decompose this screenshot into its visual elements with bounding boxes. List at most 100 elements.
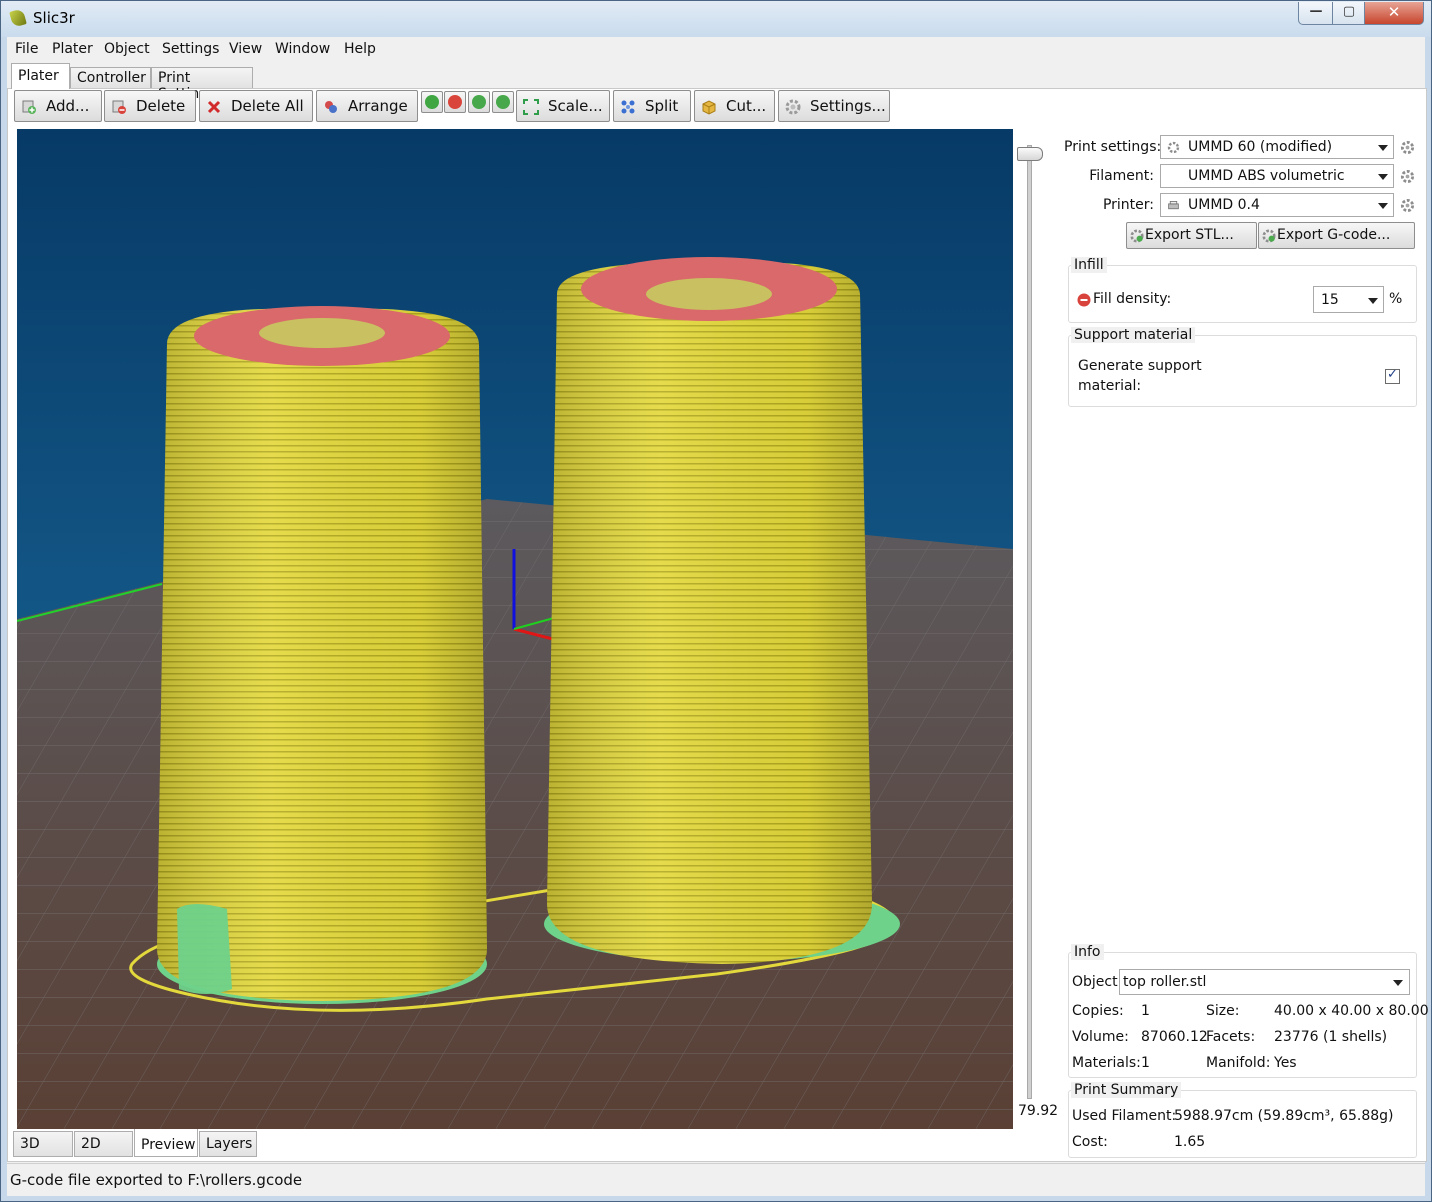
chevron-down-icon	[1393, 980, 1403, 986]
split-icon	[621, 100, 635, 114]
object-label: Object:	[1072, 974, 1123, 990]
print-settings-label: Print settings:	[1064, 139, 1162, 155]
tab-controller[interactable]: Controller	[70, 67, 151, 88]
layer-height-readout: 79.92	[1018, 1103, 1059, 1119]
increase-copies-button[interactable]	[421, 91, 443, 113]
menu-object[interactable]: Object	[104, 41, 150, 57]
print-settings-value: UMMD 60 (modified)	[1188, 139, 1333, 155]
menu-settings[interactable]: Settings	[162, 41, 219, 57]
arrange-button[interactable]: Arrange	[316, 90, 418, 122]
remove-override-icon[interactable]	[1077, 293, 1091, 307]
plus-icon	[425, 95, 439, 109]
fill-density-select[interactable]: 15	[1313, 286, 1384, 313]
fill-density-label: Fill density:	[1093, 291, 1172, 307]
object-settings-button[interactable]: Settings...	[778, 90, 890, 122]
chevron-down-icon	[1368, 298, 1378, 304]
minus-icon	[448, 95, 462, 109]
tab-print-settings[interactable]: Print Settings	[151, 67, 253, 102]
minimize-button[interactable]: —	[1298, 2, 1334, 25]
manifold-value: Yes	[1274, 1055, 1297, 1071]
filament-gear-icon[interactable]	[1400, 169, 1415, 184]
cost-value: 1.65	[1174, 1134, 1206, 1150]
maximize-button[interactable]: ▢	[1332, 2, 1366, 25]
printer-label: Printer:	[1102, 197, 1154, 213]
export-stl-button[interactable]: Export STL...	[1126, 222, 1257, 249]
decrease-copies-button[interactable]	[444, 91, 466, 113]
used-filament-value: 5988.97cm (59.89cm³, 65.88g)	[1174, 1108, 1394, 1124]
menu-file[interactable]: File	[15, 41, 38, 57]
printer-select[interactable]: UMMD 0.4	[1160, 193, 1394, 217]
delete-object-icon	[112, 100, 126, 114]
add-button-label: Add...	[46, 97, 90, 115]
generate-support-label-line-1: Generate support	[1078, 358, 1202, 374]
add-button[interactable]: Add...	[14, 90, 102, 122]
object-settings-button-label: Settings...	[810, 97, 886, 115]
maximize-icon: ▢	[1342, 4, 1356, 19]
slic3r-logo-icon	[9, 8, 27, 28]
split-button[interactable]: Split	[613, 90, 691, 122]
gear-icon	[785, 99, 801, 115]
infill-group-title: Infill	[1071, 257, 1107, 273]
arrange-button-label: Arrange	[348, 97, 408, 115]
title-bar: Slic3r — ▢ ✕	[1, 1, 1431, 37]
cut-button[interactable]: Cut...	[694, 90, 775, 122]
tab-layers[interactable]: Layers	[199, 1131, 257, 1157]
delete-all-icon	[207, 100, 221, 114]
tab-plater[interactable]: Plater	[11, 63, 70, 89]
export-stl-label: Export STL...	[1145, 227, 1234, 243]
scale-button-label: Scale...	[548, 97, 603, 115]
delete-all-button[interactable]: Delete All	[199, 90, 313, 122]
print-summary-title: Print Summary	[1071, 1082, 1182, 1098]
chevron-down-icon	[1378, 145, 1388, 151]
volume-label: Volume:	[1072, 1029, 1129, 1045]
close-button[interactable]: ✕	[1364, 2, 1424, 25]
generate-support-checkbox[interactable]	[1385, 367, 1400, 384]
tab-preview[interactable]: Preview	[134, 1129, 198, 1157]
layer-slider-handle[interactable]	[1017, 147, 1043, 161]
app-window: Slic3r — ▢ ✕ File Plater Object Settings…	[0, 0, 1432, 1202]
export-gcode-label: Export G-code...	[1277, 227, 1391, 243]
chevron-down-icon	[1378, 203, 1388, 209]
cost-label: Cost:	[1072, 1134, 1108, 1150]
printer-gear-icon[interactable]	[1400, 198, 1415, 213]
object-value: top roller.stl	[1123, 974, 1207, 990]
export-gcode-button[interactable]: Export G-code...	[1258, 222, 1415, 249]
delete-button[interactable]: Delete	[104, 90, 196, 122]
print-settings-gear-icon[interactable]	[1400, 140, 1415, 155]
filament-label: Filament:	[1089, 168, 1154, 184]
support-group-title: Support material	[1071, 327, 1196, 343]
close-icon: ✕	[1387, 3, 1401, 21]
menu-help[interactable]: Help	[344, 41, 376, 57]
layer-slider-track[interactable]	[1027, 145, 1032, 1099]
split-button-label: Split	[645, 97, 679, 115]
add-object-icon	[22, 100, 36, 114]
menu-window[interactable]: Window	[275, 41, 330, 57]
printer-value: UMMD 0.4	[1188, 197, 1260, 213]
rotate-ccw-button[interactable]	[468, 91, 490, 113]
size-label: Size:	[1206, 1003, 1240, 1019]
rotate-cw-button[interactable]	[492, 91, 514, 113]
cut-icon	[702, 100, 716, 115]
materials-value: 1	[1141, 1055, 1150, 1071]
tab-2d[interactable]: 2D	[74, 1131, 133, 1157]
print-settings-select[interactable]: UMMD 60 (modified)	[1160, 135, 1394, 159]
menu-view[interactable]: View	[229, 41, 262, 57]
copies-label: Copies:	[1072, 1003, 1124, 1019]
export-gcode-icon	[1262, 229, 1276, 243]
tab-3d[interactable]: 3D	[13, 1131, 73, 1157]
copies-value: 1	[1141, 1003, 1150, 1019]
fill-density-value: 15	[1321, 292, 1339, 308]
scale-button[interactable]: Scale...	[516, 90, 610, 122]
menu-plater[interactable]: Plater	[52, 41, 93, 57]
gear-icon	[1167, 141, 1180, 154]
materials-label: Materials:	[1072, 1055, 1141, 1071]
preview-render	[17, 129, 1013, 1129]
volume-value: 87060.12	[1141, 1029, 1208, 1045]
scale-icon	[523, 99, 539, 115]
3d-preview-canvas[interactable]	[17, 129, 1013, 1129]
rotate-left-icon	[472, 95, 486, 109]
filament-select[interactable]: UMMD ABS volumetric	[1160, 164, 1394, 188]
info-group-title: Info	[1071, 944, 1104, 960]
rotate-right-icon	[496, 95, 510, 109]
object-select[interactable]: top roller.stl	[1119, 969, 1410, 995]
